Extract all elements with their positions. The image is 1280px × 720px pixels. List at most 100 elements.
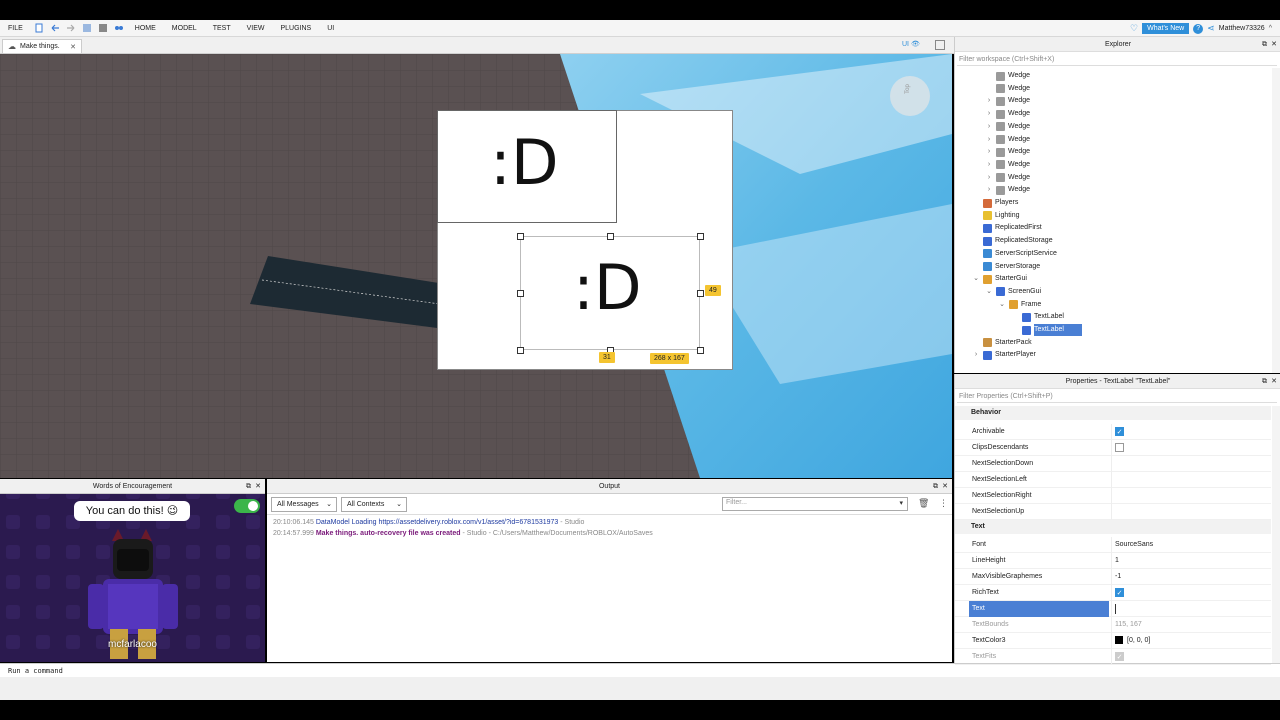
property-row-textfits[interactable]: TextFits ✓ (955, 649, 1271, 665)
behavior-section[interactable]: Behavior (955, 406, 1271, 420)
document-tab[interactable]: ☁ Make things. ✕ (2, 39, 82, 53)
close-icon[interactable]: ✕ (942, 479, 948, 494)
close-tab-icon[interactable]: ✕ (70, 43, 76, 51)
tree-item-serverscriptservice[interactable]: ServerScriptService (972, 248, 1057, 260)
property-row-nextselectionup[interactable]: NextSelectionUp (955, 504, 1271, 520)
property-value[interactable]: 1 (1115, 553, 1119, 569)
menu-file[interactable]: FILE (0, 20, 31, 37)
property-value[interactable]: ✓ (1115, 649, 1124, 666)
clear-output-icon[interactable]: 🗑 (918, 498, 929, 509)
property-row-clipsdescendants[interactable]: ClipsDescendants (955, 440, 1271, 456)
textlabel-1[interactable]: :D (437, 110, 617, 223)
property-row-font[interactable]: Font SourceSans (955, 537, 1271, 553)
checkbox[interactable]: ✓ (1115, 588, 1124, 597)
resize-handle-t[interactable] (607, 233, 614, 240)
property-row-nextselectionright[interactable]: NextSelectionRight (955, 488, 1271, 504)
property-row-nextselectionleft[interactable]: NextSelectionLeft (955, 472, 1271, 488)
tree-item-wedge[interactable]: › Wedge (985, 121, 1030, 133)
text-section[interactable]: Text (955, 520, 1271, 534)
contexts-select[interactable]: All Contexts ⌄ (341, 497, 407, 512)
close-icon[interactable]: ✕ (1271, 37, 1277, 52)
chevron-right-icon[interactable]: › (985, 134, 993, 146)
tree-item-textlabel[interactable]: TextLabel (1011, 311, 1064, 323)
property-value[interactable]: SourceSans (1115, 537, 1153, 553)
messages-select[interactable]: All Messages ⌄ (271, 497, 337, 512)
tree-item-wedge[interactable]: › Wedge (985, 108, 1030, 120)
chevron-down-icon[interactable]: ⌄ (972, 273, 980, 285)
checkbox[interactable]: ✓ (1115, 652, 1124, 661)
tree-item-wedge[interactable]: › Wedge (985, 146, 1030, 158)
username-label[interactable]: Matthew73326 (1219, 25, 1265, 32)
resize-handle-br[interactable] (697, 347, 704, 354)
menu-model[interactable]: MODEL (164, 20, 205, 37)
resize-handle-bl[interactable] (517, 347, 524, 354)
undock-icon[interactable]: ⧉ (933, 479, 938, 494)
command-bar[interactable]: Run a command (0, 663, 1280, 677)
ui-visibility-toggle[interactable]: UI 👁 (902, 40, 920, 48)
tree-item-starterpack[interactable]: StarterPack (972, 337, 1032, 349)
property-value[interactable]: [0, 0, 0] (1115, 633, 1150, 649)
checkbox[interactable]: ✓ (1115, 427, 1124, 436)
undock-icon[interactable]: ⧉ (246, 479, 251, 494)
textlabel-2-selected[interactable]: :D (517, 233, 704, 354)
checkbox[interactable] (1115, 443, 1124, 452)
publish-icon[interactable] (82, 23, 92, 33)
tree-item-lighting[interactable]: Lighting (972, 210, 1020, 222)
3d-viewport[interactable]: Top :D :D 49 31 268 x 167 (0, 54, 952, 478)
property-row-nextselectiondown[interactable]: NextSelectionDown (955, 456, 1271, 472)
tree-item-replicatedstorage[interactable]: ReplicatedStorage (972, 235, 1053, 247)
collapse-ribbon-icon[interactable]: ^ (1269, 25, 1272, 32)
property-row-maxvisiblegraphemes[interactable]: MaxVisibleGraphemes -1 (955, 569, 1271, 585)
property-row-lineheight[interactable]: LineHeight 1 (955, 553, 1271, 569)
property-value[interactable]: ✓ (1115, 424, 1124, 441)
resize-handle-r[interactable] (697, 290, 704, 297)
property-row-archivable[interactable]: Archivable ✓ (955, 424, 1271, 440)
chevron-down-icon[interactable]: ⌄ (998, 299, 1006, 311)
property-value[interactable]: 115, 167 (1115, 617, 1142, 633)
tree-item-starterplayer[interactable]: › StarterPlayer (972, 349, 1036, 361)
menu-ui[interactable]: UI (319, 20, 342, 37)
view-gizmo[interactable]: Top (890, 76, 930, 116)
chevron-right-icon[interactable]: › (985, 184, 993, 196)
close-icon[interactable]: ✕ (255, 479, 261, 494)
chevron-right-icon[interactable]: › (985, 159, 993, 171)
resize-handle-tr[interactable] (697, 233, 704, 240)
undo-icon[interactable] (50, 23, 60, 33)
property-row-textbounds[interactable]: TextBounds 115, 167 (955, 617, 1271, 633)
tree-item-frame[interactable]: ⌄ Frame (998, 299, 1041, 311)
property-row-richtext[interactable]: RichText ✓ (955, 585, 1271, 601)
tree-item-wedge[interactable]: › Wedge (985, 95, 1030, 107)
close-icon[interactable]: ✕ (1271, 374, 1277, 389)
explorer-filter-input[interactable]: Filter workspace (Ctrl+Shift+X) (957, 53, 1277, 66)
more-options-icon[interactable]: ⋮ (939, 498, 948, 509)
team-create-icon[interactable] (114, 23, 124, 33)
help-icon[interactable]: ? (1193, 23, 1204, 34)
chevron-right-icon[interactable]: › (985, 121, 993, 133)
tree-item-screengui[interactable]: ⌄ ScreenGui (985, 286, 1041, 298)
output-filter-input[interactable]: Filter... ▾ (722, 497, 908, 511)
menu-home[interactable]: HOME (127, 20, 164, 37)
properties-filter-input[interactable]: Filter Properties (Ctrl+Shift+P) (957, 390, 1277, 403)
tree-item-wedge[interactable]: › Wedge (985, 159, 1030, 171)
property-row-textcolor3[interactable]: TextColor3 [0, 0, 0] (955, 633, 1271, 649)
redo-icon[interactable] (66, 23, 76, 33)
property-value[interactable]: -1 (1115, 569, 1121, 585)
tree-item-wedge[interactable]: › Wedge (985, 134, 1030, 146)
heart-icon[interactable]: ♡ (1130, 23, 1138, 34)
properties-scrollbar[interactable] (1272, 406, 1280, 663)
maximize-viewport-icon[interactable] (935, 40, 945, 50)
stop-icon[interactable] (98, 23, 108, 33)
share-icon[interactable]: ⋖ (1207, 23, 1215, 34)
tree-item-wedge[interactable]: Wedge (985, 70, 1030, 82)
new-file-icon[interactable] (34, 23, 44, 33)
chevron-right-icon[interactable]: › (972, 349, 980, 361)
undock-icon[interactable]: ⧉ (1262, 37, 1267, 52)
undock-icon[interactable]: ⧉ (1262, 374, 1267, 389)
tree-item-textlabel[interactable]: TextLabel (1011, 324, 1082, 336)
menu-test[interactable]: TEST (205, 20, 239, 37)
tree-item-wedge[interactable]: › Wedge (985, 172, 1030, 184)
chevron-right-icon[interactable]: › (985, 108, 993, 120)
property-value[interactable]: ✓ (1115, 585, 1124, 602)
chevron-right-icon[interactable]: › (985, 146, 993, 158)
tree-item-wedge[interactable]: Wedge (985, 83, 1030, 95)
